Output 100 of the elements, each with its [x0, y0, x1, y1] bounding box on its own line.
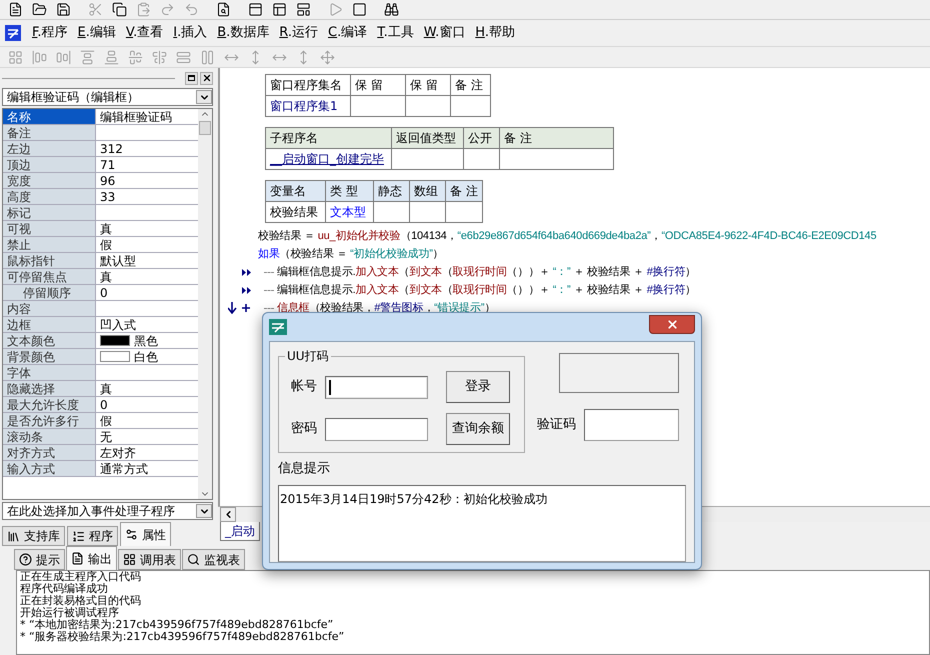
- close-icon: [666, 318, 678, 330]
- output-line: 程序代码编译成功: [20, 583, 109, 595]
- captcha-label: 验证码: [537, 416, 576, 434]
- output-line: * “服务器校验结果为:217cb439596f757f489ebd828761bcfe”: [20, 631, 346, 643]
- property-name[interactable]: 文本颜色: [3, 333, 96, 348]
- menu-item[interactable]: R.运行: [279, 23, 318, 43]
- property-name[interactable]: 顶边: [3, 157, 96, 172]
- table-cell: [350, 96, 406, 116]
- table-header-cell: 静态: [374, 180, 410, 202]
- field-label: 帐号: [291, 378, 315, 396]
- property-value: 96: [100, 172, 116, 188]
- property-value: 凹入式: [100, 316, 136, 332]
- property-name[interactable]: 是否允许多行: [3, 413, 96, 428]
- input-field[interactable]: [325, 418, 428, 440]
- group-title: UU打码: [285, 349, 331, 363]
- property-name[interactable]: 输入方式: [3, 461, 96, 476]
- code-line[interactable]: 编辑框信息提示.加入文本（到文本（取现行时间（））＋ “：” ＋ 校验结果 ＋ #换行符）: [277, 281, 696, 299]
- menu-item[interactable]: F.程序: [32, 23, 68, 43]
- table-header-cell: 保 留: [406, 74, 450, 96]
- code-line[interactable]: 编辑框信息提示.加入文本（到文本（取现行时间（））＋ “：” ＋ 校验结果 ＋ #换行符）: [277, 263, 696, 281]
- app-logo-icon: [269, 319, 287, 335]
- table-header-cell: 备 注: [450, 74, 490, 96]
- property-name[interactable]: 鼠标指针: [3, 253, 96, 268]
- property-value: 真: [100, 220, 112, 236]
- table-header-cell: 公开: [464, 128, 500, 148]
- menu-item[interactable]: W.窗口: [424, 23, 466, 43]
- property-value: 通常方式: [100, 460, 148, 476]
- menu-item[interactable]: T.工具: [377, 23, 414, 43]
- list-icon: [72, 530, 85, 542]
- event-dropdown[interactable]: 在此处选择加入事件处理子程序: [2, 502, 213, 520]
- panel-tab[interactable]: 支持库: [2, 526, 65, 546]
- property-value: 白色: [134, 348, 158, 364]
- property-value: 左对齐: [100, 444, 136, 460]
- close-button[interactable]: [200, 72, 213, 84]
- property-name[interactable]: 高度: [3, 189, 96, 204]
- code-line[interactable]: 校验结果 ＝ uu_初始化并校验（104134，“e6b29e867d654f64ba640d669de4ba2a”，“ODCA85E4-9622-4F4D-BC46-E2E09CD145: [258, 227, 876, 245]
- editor-tab[interactable]: _启动: [220, 522, 260, 541]
- output-tab[interactable]: 调用表: [118, 549, 181, 570]
- table-cell: 窗口程序集1: [266, 96, 350, 116]
- settings-icon: [125, 528, 138, 541]
- property-name[interactable]: 停留顺序: [3, 285, 96, 300]
- property-name[interactable]: 标记: [3, 205, 96, 220]
- document-icon: [71, 552, 84, 565]
- property-name[interactable]: 字体: [3, 365, 96, 380]
- property-name[interactable]: 对齐方式: [3, 445, 96, 460]
- menu-item[interactable]: I.插入: [173, 23, 208, 43]
- output-line: 开始运行被调试程序: [20, 607, 120, 619]
- property-name[interactable]: 左边: [3, 141, 96, 156]
- panel-tab[interactable]: 程序: [67, 526, 118, 546]
- property-value: 默认型: [100, 252, 136, 268]
- property-value: 312: [100, 140, 123, 156]
- property-name[interactable]: 可停留焦点: [3, 269, 96, 284]
- maximize-button[interactable]: [185, 72, 198, 84]
- property-value: 真: [100, 380, 112, 396]
- property-name[interactable]: 内容: [3, 301, 96, 316]
- scrollbar[interactable]: [198, 109, 212, 499]
- menu-item[interactable]: C.编译: [328, 23, 368, 43]
- question-icon: [19, 553, 32, 566]
- output-line: 正在封装易格式目的代码: [20, 595, 142, 607]
- property-value: 编辑框验证码: [100, 109, 172, 124]
- property-name[interactable]: 禁止: [3, 237, 96, 252]
- output-tab[interactable]: 提示: [14, 549, 65, 570]
- property-name[interactable]: 最大允许长度: [3, 397, 96, 412]
- property-name[interactable]: 滚动条: [3, 429, 96, 444]
- table-cell: [450, 96, 490, 116]
- code-line[interactable]: 如果（校验结果 ＝ “初始化校验成功”）: [258, 245, 444, 263]
- close-button[interactable]: [649, 314, 695, 334]
- menu-item[interactable]: B.数据库: [217, 23, 270, 43]
- menu-item[interactable]: E.编辑: [78, 23, 116, 43]
- output-tab[interactable]: 输出: [66, 546, 117, 570]
- dialog-button[interactable]: 登录: [446, 371, 510, 403]
- table-cell: [374, 202, 410, 222]
- field-label: 密码: [291, 420, 315, 438]
- captcha-input-field[interactable]: [584, 409, 679, 441]
- output-line: * “本地加密结果为:217cb439596f757f489ebd828761bcfe”: [20, 619, 334, 631]
- property-value: 黑色: [134, 332, 158, 348]
- dialog-button[interactable]: 查询余额: [446, 413, 510, 445]
- output-tab[interactable]: 监视表: [182, 549, 245, 570]
- table-header-cell: 备 注: [446, 180, 482, 202]
- property-name[interactable]: 备注: [3, 125, 96, 140]
- property-name[interactable]: 名称: [3, 109, 96, 124]
- property-value: 71: [100, 156, 116, 172]
- input-field[interactable]: [325, 376, 428, 398]
- panel-tab[interactable]: 属性: [120, 522, 171, 546]
- info-text-area[interactable]: 2015年3月14日19时57分42秒：初始化校验成功: [278, 484, 686, 562]
- object-dropdown[interactable]: 编辑框验证码（编辑框）: [2, 88, 213, 106]
- property-name[interactable]: 隐藏选择: [3, 381, 96, 396]
- menu-item[interactable]: H.帮助: [475, 23, 515, 43]
- property-name[interactable]: 可视: [3, 221, 96, 236]
- info-label: 信息提示: [278, 460, 331, 478]
- property-name[interactable]: 宽度: [3, 173, 96, 188]
- table-cell: 校验结果: [266, 202, 326, 222]
- property-value: 无: [100, 428, 112, 444]
- scroll-left-button[interactable]: [220, 507, 236, 522]
- table-header-cell: 保 留: [350, 74, 406, 96]
- search-icon: [187, 553, 200, 566]
- property-name[interactable]: 背景颜色: [3, 349, 96, 364]
- menu-item[interactable]: V.查看: [126, 23, 164, 43]
- scrollbar-thumb[interactable]: [199, 121, 211, 135]
- property-name[interactable]: 边框: [3, 317, 96, 332]
